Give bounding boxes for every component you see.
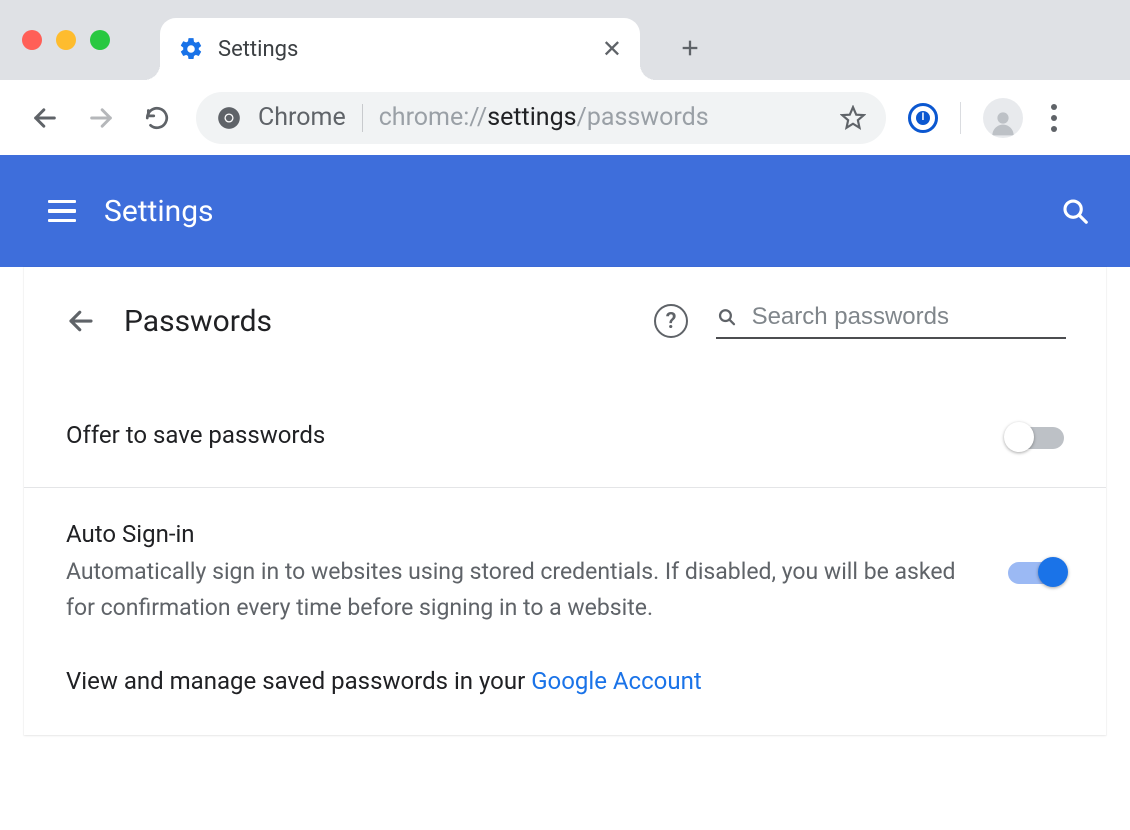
menu-icon[interactable] bbox=[48, 200, 76, 223]
reload-button[interactable] bbox=[140, 101, 174, 135]
help-icon[interactable]: ? bbox=[654, 304, 688, 338]
setting-title: Auto Sign-in bbox=[66, 520, 978, 548]
omnibox-chip: Chrome bbox=[258, 103, 346, 132]
window-minimize-button[interactable] bbox=[56, 30, 76, 50]
google-account-link[interactable]: Google Account bbox=[531, 667, 702, 695]
offer-save-passwords-toggle[interactable] bbox=[1008, 427, 1064, 449]
page-header: Passwords ? bbox=[24, 267, 1106, 369]
divider bbox=[362, 104, 363, 132]
browser-menu-button[interactable] bbox=[1045, 98, 1063, 138]
tab-title: Settings bbox=[218, 37, 588, 62]
settings-card: Passwords ? Offer to save passwords Auto… bbox=[24, 267, 1106, 735]
app-title: Settings bbox=[104, 194, 1032, 229]
window-maximize-button[interactable] bbox=[90, 30, 110, 50]
extension-1password-icon[interactable]: I bbox=[908, 103, 938, 133]
search-icon[interactable] bbox=[1060, 196, 1090, 226]
gear-icon bbox=[178, 36, 204, 62]
browser-tab-settings[interactable]: Settings ✕ bbox=[160, 18, 640, 80]
forward-button[interactable] bbox=[84, 101, 118, 135]
auto-signin-toggle[interactable] bbox=[1008, 562, 1064, 584]
profile-avatar[interactable] bbox=[983, 98, 1023, 138]
search-icon bbox=[716, 305, 738, 329]
window-controls bbox=[22, 30, 110, 50]
manage-passwords-text: View and manage saved passwords in your bbox=[66, 667, 531, 695]
search-passwords-input[interactable] bbox=[752, 303, 1066, 331]
setting-subtitle: Automatically sign in to websites using … bbox=[66, 554, 978, 625]
setting-title: Offer to save passwords bbox=[66, 421, 978, 449]
window-close-button[interactable] bbox=[22, 30, 42, 50]
omnibox-url: chrome://settings/passwords bbox=[379, 103, 824, 132]
setting-offer-save-passwords: Offer to save passwords bbox=[24, 369, 1106, 487]
page-title: Passwords bbox=[124, 304, 626, 339]
divider bbox=[960, 102, 961, 134]
manage-passwords-row: View and manage saved passwords in your … bbox=[24, 657, 1106, 695]
content-area: Passwords ? Offer to save passwords Auto… bbox=[0, 267, 1130, 735]
tab-strip: Settings ✕ bbox=[0, 0, 1130, 80]
back-button[interactable] bbox=[28, 101, 62, 135]
chrome-icon bbox=[216, 105, 242, 131]
bookmark-star-icon[interactable] bbox=[840, 105, 866, 131]
back-arrow-icon[interactable] bbox=[66, 306, 96, 336]
new-tab-button[interactable] bbox=[670, 28, 710, 68]
search-passwords-field[interactable] bbox=[716, 303, 1066, 339]
settings-header: Settings bbox=[0, 155, 1130, 267]
setting-auto-signin: Auto Sign-in Automatically sign in to we… bbox=[24, 487, 1106, 657]
browser-toolbar: Chrome chrome://settings/passwords I bbox=[0, 80, 1130, 155]
address-bar[interactable]: Chrome chrome://settings/passwords bbox=[196, 92, 886, 144]
close-icon[interactable]: ✕ bbox=[602, 37, 622, 61]
